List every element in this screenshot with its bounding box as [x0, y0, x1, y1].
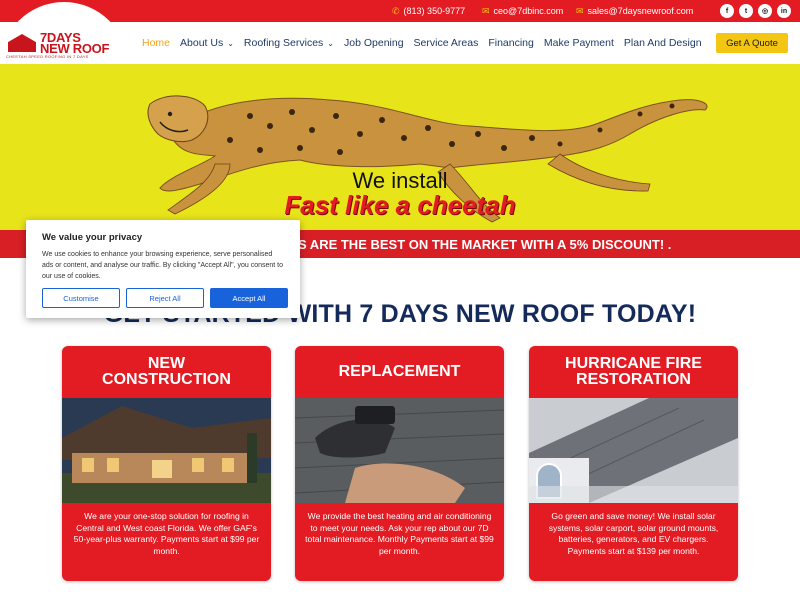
nav-label: About Us: [180, 37, 224, 49]
email-link-ceo[interactable]: ✉ ceo@7dbinc.com: [482, 0, 563, 22]
card-title-line1: NEW: [147, 355, 186, 372]
nav-label: Service Areas: [413, 37, 479, 49]
mail-icon: ✉: [482, 5, 490, 16]
cookie-title: We value your privacy: [42, 232, 143, 243]
chevron-down-icon: ⌄: [227, 38, 234, 48]
card-text: Go green and save money! We install sola…: [548, 511, 719, 556]
site-header: 7DAYS NEW ROOF CHEETAH SPEED ROOFING IN …: [0, 22, 800, 64]
card-body: We provide the best heating and air cond…: [295, 503, 504, 581]
cookie-text: We use cookies to enhance your browsing …: [42, 251, 284, 280]
hero-tagline: Fast like a cheetah: [284, 190, 516, 220]
card-title: HURRICANE FIRE RESTORATION: [529, 356, 738, 388]
social-links: f t ◎ in: [720, 4, 791, 18]
nav-about-us[interactable]: About Us ⌄: [180, 37, 234, 49]
email-text-ceo: ceo@7dbinc.com: [493, 6, 564, 16]
email-text-sales: sales@7daysnewroof.com: [587, 6, 694, 16]
card-title-line1: HURRICANE FIRE: [565, 355, 702, 372]
nav-label: Make Payment: [543, 37, 614, 49]
mail-icon: ✉: [576, 5, 584, 16]
twitter-icon[interactable]: t: [739, 4, 753, 18]
linkedin-icon[interactable]: in: [777, 4, 791, 18]
roofer-photo: [295, 398, 504, 503]
customise-button[interactable]: Customise: [42, 288, 120, 308]
hero-banner: We install Fast like a cheetah: [0, 64, 800, 230]
main-nav: Home About Us ⌄ Roofing Services ⌄ Job Ope…: [142, 22, 702, 64]
nav-label: Plan And Design: [623, 37, 702, 49]
accept-all-button[interactable]: Accept All: [210, 288, 288, 308]
nav-plan-and-design[interactable]: Plan And Design: [624, 37, 702, 49]
card-title: NEW CONSTRUCTION: [62, 356, 271, 388]
card-title-line2: CONSTRUCTION: [102, 371, 231, 388]
nav-label: Financing: [488, 37, 534, 49]
card-title-line1: REPLACEMENT: [338, 363, 461, 380]
damaged-roof-photo: [529, 398, 738, 503]
nav-service-areas[interactable]: Service Areas: [414, 37, 479, 49]
get-a-quote-button[interactable]: Get A Quote: [716, 33, 788, 53]
instagram-icon[interactable]: ◎: [758, 4, 772, 18]
nav-financing[interactable]: Financing: [488, 37, 534, 49]
site-logo[interactable]: 7DAYS NEW ROOF CHEETAH SPEED ROOFING IN …: [6, 30, 116, 64]
facebook-icon[interactable]: f: [720, 4, 734, 18]
nav-label: Job Opening: [344, 37, 404, 49]
house-icon: [8, 34, 36, 52]
chevron-down-icon: ⌄: [327, 38, 334, 48]
nav-label: Roofing Services: [243, 37, 324, 49]
card-body: We are your one-stop solution for roofin…: [62, 503, 271, 581]
card-body: Go green and save money! We install sola…: [529, 503, 738, 581]
card-title: REPLACEMENT: [295, 364, 504, 380]
cookie-buttons: Customise Reject All Accept All: [42, 288, 288, 308]
phone-text: (813) 350-9777: [403, 6, 466, 16]
nav-home[interactable]: Home: [142, 37, 170, 49]
logo-tagline: CHEETAH SPEED ROOFING IN 7 DAYS: [6, 54, 89, 59]
phone-icon: ✆: [392, 5, 400, 16]
phone-link[interactable]: ✆ (813) 350-9777: [392, 0, 465, 22]
email-link-sales[interactable]: ✉ sales@7daysnewroof.com: [576, 0, 693, 22]
card-text: We provide the best heating and air cond…: [305, 511, 494, 556]
nav-make-payment[interactable]: Make Payment: [544, 37, 614, 49]
reject-all-button[interactable]: Reject All: [126, 288, 204, 308]
top-contact-bar: ✆ (813) 350-9777 ✉ ceo@7dbinc.com ✉ sale…: [0, 0, 800, 22]
service-card-replacement[interactable]: REPLACEMENT We provide the best heating …: [295, 346, 504, 581]
nav-roofing-services[interactable]: Roofing Services ⌄: [244, 37, 334, 49]
nav-label: Home: [142, 37, 171, 49]
card-text: We are your one-stop solution for roofin…: [73, 511, 260, 556]
nav-job-opening[interactable]: Job Opening: [344, 37, 404, 49]
service-card-new-construction[interactable]: NEW CONSTRUCTION We are your one-stop so…: [62, 346, 271, 581]
card-title-line2: RESTORATION: [576, 371, 691, 388]
house-photo: [62, 398, 271, 503]
cookie-consent-dialog: We value your privacy We use cookies to …: [26, 220, 300, 318]
service-card-hurricane-fire-restoration[interactable]: HURRICANE FIRE RESTORATION Go green and …: [529, 346, 738, 581]
promo-text: S ARE THE BEST ON THE MARKET WITH A 5% D…: [298, 237, 672, 252]
